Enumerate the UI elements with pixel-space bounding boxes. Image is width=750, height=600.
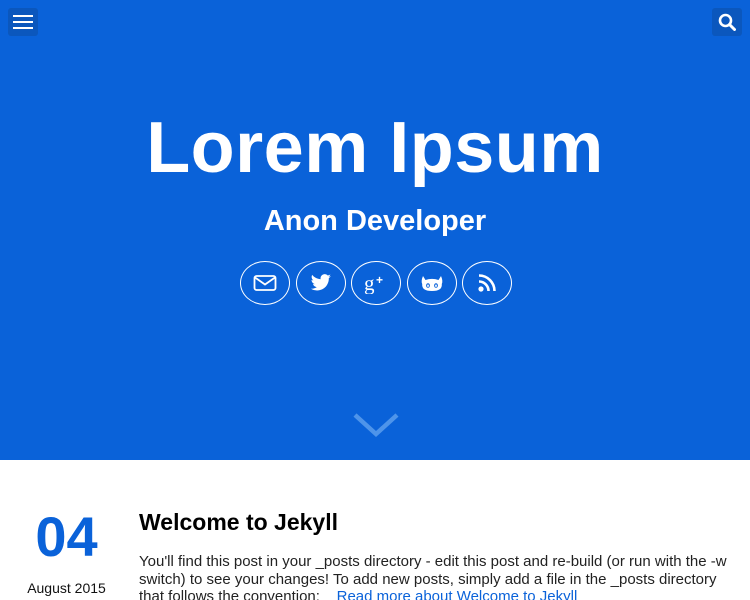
menu-button[interactable]: [8, 8, 38, 36]
post-excerpt: You'll find this post in your _posts dir…: [139, 553, 729, 600]
post-title[interactable]: Welcome to Jekyll: [139, 507, 729, 537]
post-date-day: 04: [35, 505, 98, 568]
scroll-down-button[interactable]: [353, 412, 399, 438]
site-subtitle: Anon Developer: [263, 205, 487, 237]
social-links: g +: [240, 261, 512, 307]
social-link-email[interactable]: [240, 261, 290, 305]
twitter-icon: [310, 274, 331, 291]
mail-icon: [253, 275, 277, 291]
svg-text:+: +: [376, 273, 383, 287]
read-more-link[interactable]: Read more about Welcome to Jekyll: [337, 588, 578, 600]
social-link-twitter[interactable]: [295, 261, 346, 305]
rss-icon: [478, 274, 496, 292]
social-link-google-plus[interactable]: g +: [351, 261, 401, 305]
post-date-month: August 2015: [27, 580, 106, 596]
search-button[interactable]: [712, 8, 742, 36]
social-link-rss[interactable]: [462, 261, 512, 305]
svg-text:g: g: [364, 272, 375, 294]
site-title: Lorem Ipsum: [146, 108, 604, 188]
chevron-down-icon: [353, 413, 399, 438]
hero-header: Lorem Ipsum Anon Developer g +: [0, 0, 750, 460]
hamburger-menu-icon: [13, 15, 33, 29]
search-icon: [718, 13, 736, 31]
social-link-github[interactable]: [406, 261, 457, 305]
google-plus-icon: g +: [364, 272, 383, 294]
post-list: 04 August 2015 Welcome to Jekyll You'll …: [0, 460, 750, 600]
github-icon: [421, 276, 442, 291]
